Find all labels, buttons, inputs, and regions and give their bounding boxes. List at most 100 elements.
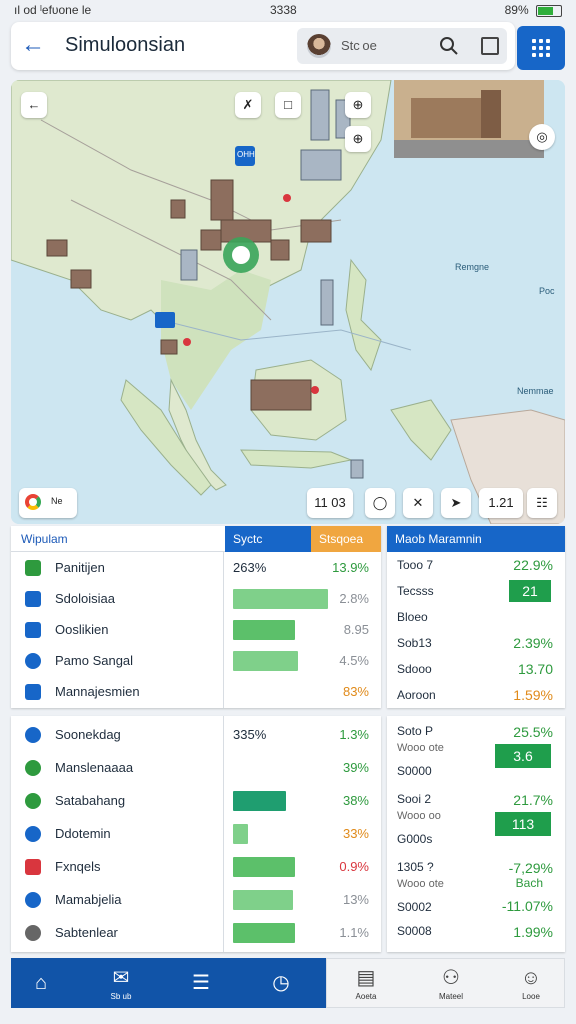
summary-block[interactable]: Soto P Wooo ote 25.5% 3.6 S0000 xyxy=(387,720,565,786)
search-icon[interactable] xyxy=(439,36,459,56)
table-row[interactable]: Mannajesmien 83% xyxy=(11,676,381,707)
row-value: 0.9% xyxy=(339,859,369,874)
row-name: Soonekdag xyxy=(55,727,121,742)
table-row[interactable]: Mamabjelia 13% xyxy=(11,883,381,916)
direction-icon[interactable]: ⊕ xyxy=(345,126,371,152)
summary-badge: 21 xyxy=(509,580,551,602)
row-value: 1.1% xyxy=(339,925,369,940)
nav-item-user[interactable]: ⚇ Mateel xyxy=(429,958,473,1008)
gear-icon xyxy=(25,924,41,941)
nav-item-building[interactable]: ▤ Aoeta xyxy=(344,958,388,1008)
nav-item-profile[interactable]: ☺ Looe xyxy=(509,958,553,1008)
list-icon: ☰ xyxy=(192,972,210,994)
summary-header[interactable]: Maob Maramnin xyxy=(387,526,565,552)
navigate-icon[interactable]: ➤ xyxy=(441,488,471,518)
table-row[interactable]: Panitijen 263% 13.9% xyxy=(11,552,381,583)
search-box[interactable]: Stc oe xyxy=(297,28,507,64)
scale-readout[interactable]: 1.21 xyxy=(479,488,523,518)
block-footer: S0000 xyxy=(397,764,432,778)
clock-icon[interactable]: ◯ xyxy=(365,488,395,518)
summary-label: Tecsss xyxy=(397,584,434,598)
nav-item-mail[interactable]: ✉ Sb ub xyxy=(99,958,143,1008)
summary-panel: Maob Maramnin Tooo 7 22.9% Tecsss 21 Bloeo So… xyxy=(387,526,565,708)
pen-icon[interactable]: ✗ xyxy=(235,92,261,118)
summary-label: Bloeo xyxy=(397,610,428,624)
edit-circle-icon xyxy=(25,652,41,669)
row-value: 4.5% xyxy=(339,653,369,668)
profile-icon: ☺ xyxy=(520,967,542,989)
row-value: 13% xyxy=(342,892,369,907)
status-time: 3338 xyxy=(270,3,297,17)
row-value: 39% xyxy=(342,760,369,775)
table-row[interactable]: Fxnqels 0.9% xyxy=(11,850,381,883)
summary-row[interactable]: Sdooo 13.70 xyxy=(387,656,565,682)
back-arrow-icon[interactable]: ← xyxy=(21,32,49,60)
locate-icon[interactable]: ◎ xyxy=(529,124,555,150)
table-row[interactable]: Satabahang 38% xyxy=(11,784,381,817)
summary-value: 1.59% xyxy=(513,687,553,703)
summary-row[interactable]: Bloeo xyxy=(387,604,565,630)
table-row[interactable]: Soonekdag 335% 1.3% xyxy=(11,718,381,751)
nav-item-home[interactable]: ⌂ xyxy=(19,958,63,1008)
table-header-mid[interactable]: Syctc xyxy=(225,526,311,552)
nav-label: Sb ub xyxy=(110,992,132,1001)
x-square-icon xyxy=(25,621,41,638)
avatar[interactable] xyxy=(307,34,331,58)
region-label: Nemmae xyxy=(517,386,554,396)
compass-icon[interactable]: ⊕ xyxy=(345,92,371,118)
summary-value: 2.39% xyxy=(513,635,553,651)
map-back-icon[interactable]: ← xyxy=(21,92,47,118)
block-footer: S0008 xyxy=(397,924,432,938)
block-value-2: Bach xyxy=(515,876,543,890)
ruler-icon[interactable]: ☷ xyxy=(527,488,557,518)
square-icon[interactable] xyxy=(481,37,499,55)
map-view[interactable]: ← ✗ □ ⊕ ⊕ ◎ OHH Remgne Poc Nemmae Ne 11 … xyxy=(11,80,565,524)
table-row[interactable]: Sabtenlear 1.1% xyxy=(11,916,381,949)
row-name: Pamo Sangal xyxy=(55,653,134,668)
plus-icon xyxy=(25,590,41,607)
table-header-name[interactable]: Wipulam xyxy=(11,526,225,552)
table-row[interactable]: Sdoloisiaa 2.8% xyxy=(11,583,381,614)
zoom-readout[interactable]: 11 03 xyxy=(307,488,353,518)
row-name: Ooslikien xyxy=(55,622,109,637)
table-row[interactable]: Manslenaaaa 39% xyxy=(11,751,381,784)
building-icon: ▤ xyxy=(356,967,376,989)
summary-row[interactable]: Sob13 2.39% xyxy=(387,630,565,656)
block-sub: Wooo oo xyxy=(397,810,441,822)
status-bar: ıl ᴏd ˡefᴜᴏne l͏e 3338 89% xyxy=(0,0,576,22)
check-circle-icon xyxy=(25,792,41,809)
summary-row[interactable]: Tooo 7 22.9% xyxy=(387,552,565,578)
summary-label: Sob13 xyxy=(397,636,432,650)
table-icon xyxy=(25,559,41,576)
circle-icon xyxy=(25,891,41,908)
frame-icon[interactable]: □ xyxy=(275,92,301,118)
google-logo-icon[interactable]: Ne xyxy=(19,488,77,518)
clock-icon: ◷ xyxy=(272,972,290,994)
measure-icon[interactable]: ✕ xyxy=(403,488,433,518)
ocean-label: Poc xyxy=(539,286,555,296)
nav-item-list[interactable]: ☰ xyxy=(179,958,223,1008)
row-bar xyxy=(233,619,295,640)
row-name: Ddotemin xyxy=(55,826,111,841)
table-row[interactable]: Ddotemin 33% xyxy=(11,817,381,850)
row-bar xyxy=(233,922,295,943)
summary-block[interactable]: 1305 ? Wooo ote -7,29% Bach S0002 -11.07% xyxy=(387,856,565,922)
home-icon: ⌂ xyxy=(34,972,48,994)
summary-row[interactable]: Aoroon 1.59% xyxy=(387,682,565,708)
row-value: 2.8% xyxy=(339,591,369,606)
grid-menu-button[interactable] xyxy=(517,26,565,70)
link-circle-icon xyxy=(25,726,41,743)
row-value: 83% xyxy=(342,684,369,699)
row-bar xyxy=(233,889,293,910)
table-header-right[interactable]: Stsqoea xyxy=(311,526,381,552)
nav-item-clock[interactable]: ◷ xyxy=(259,958,303,1008)
summary-value: 22.9% xyxy=(513,557,553,573)
row-value: 13.9% xyxy=(332,560,369,575)
summary-row[interactable]: Tecsss 21 xyxy=(387,578,565,604)
table-row[interactable]: Ooslikien 8.95 xyxy=(11,614,381,645)
row-bar xyxy=(233,650,298,671)
block-footer: S0002 xyxy=(397,900,432,914)
table-row[interactable]: Pamo Sangal 4.5% xyxy=(11,645,381,676)
summary-block[interactable]: Sooi 2 Wooo oo 21.7% 113 G000s xyxy=(387,788,565,854)
nav-label: Looe xyxy=(522,992,540,1001)
